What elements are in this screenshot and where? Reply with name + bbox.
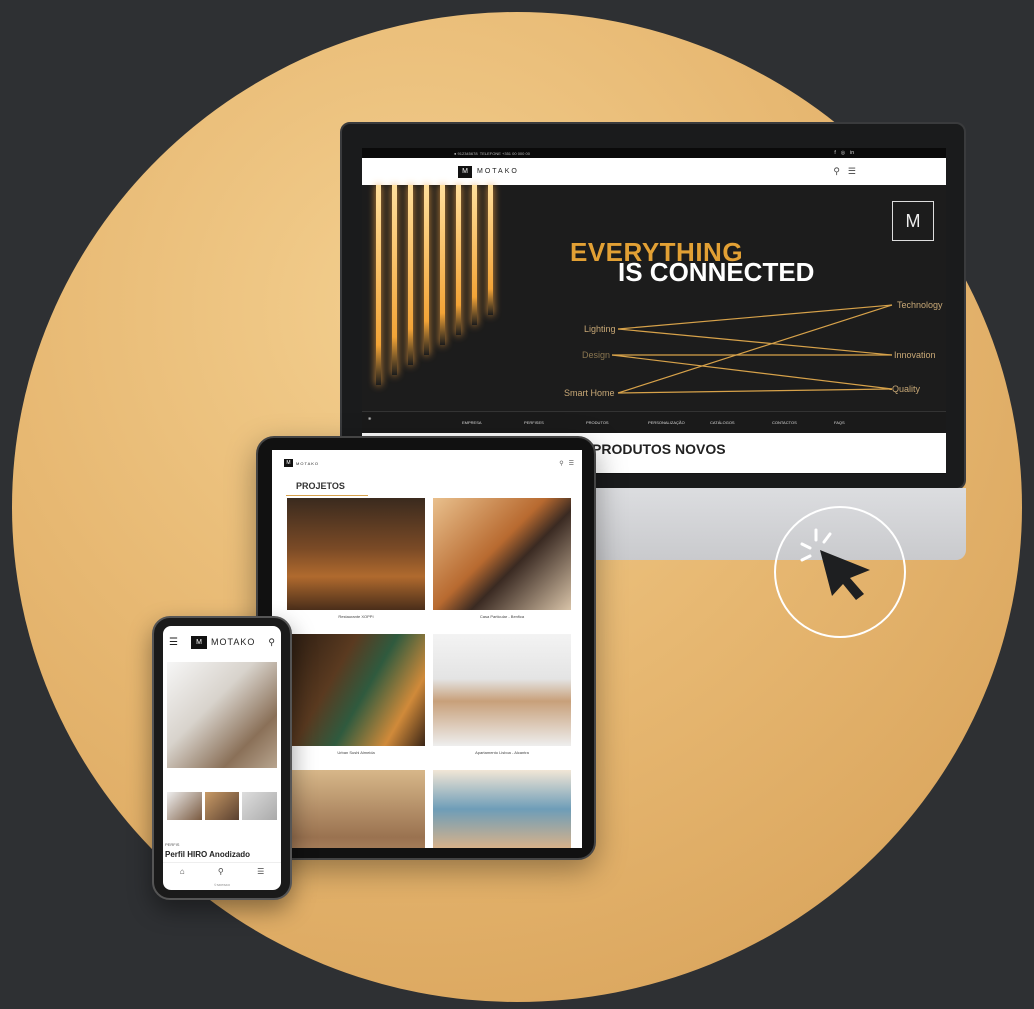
brand-logo[interactable]: M MOTAKO [458, 165, 519, 178]
linkedin-icon[interactable]: in [850, 150, 854, 156]
phone-header: ☰ M MOTAKO ⚲ [163, 626, 281, 658]
keyword-quality: Quality [892, 384, 921, 394]
phone-screen: ☰ M MOTAKO ⚲ PERFIS Perfil HIRO Anodizad… [163, 626, 281, 890]
tablet-header: M MOTAKO ⚲ ☰ [272, 450, 582, 476]
topbar-contact: ● 912345678 TELEFONE +351 00 000 00 [454, 150, 530, 156]
project-card[interactable] [433, 770, 571, 848]
nav-item-contactos[interactable]: CONTACTOS [772, 420, 834, 425]
project-image [433, 770, 571, 848]
keyword-design: Design [582, 350, 611, 360]
nav-item-catalogos[interactable]: CATÁLOGOS [710, 420, 772, 425]
desktop-header: M MOTAKO ⚲ ☰ [362, 158, 946, 185]
project-image [433, 634, 571, 746]
cursor-icon [800, 528, 870, 600]
product-thumbnails [167, 792, 278, 820]
desktop-topbar: ● 912345678 TELEFONE +351 00 000 00 f ◎ … [362, 148, 946, 158]
project-card[interactable]: Urban Sushi Almeida [287, 634, 425, 764]
instagram-icon[interactable]: ◎ [841, 150, 845, 156]
product-category: PERFIS [165, 842, 180, 847]
hero-banner: M EVERYTHING IS CONNECTED Lighting Desig… [362, 185, 946, 411]
project-caption: Urban Sushi Almeida [337, 750, 375, 755]
project-image [287, 634, 425, 746]
keyword-smart-home: Smart Home [564, 388, 615, 398]
nav-item-produtos[interactable]: PRODUTOS [586, 420, 648, 425]
product-main-image [167, 662, 277, 768]
keyword-lighting: Lighting [584, 324, 616, 334]
project-image [433, 498, 571, 610]
project-image [287, 770, 425, 848]
tablet-device: M MOTAKO ⚲ ☰ PROJETOS Restaurante XOPPI … [256, 436, 596, 860]
search-icon[interactable]: ⚲ [559, 460, 563, 467]
search-icon[interactable]: ⚲ [268, 637, 275, 648]
projects-grid: Restaurante XOPPI Casa Particular - Benf… [287, 498, 571, 848]
project-caption: Apartamento Lisboa - Alcantra [475, 750, 529, 755]
nav-item-personalizacao[interactable]: PERSONALIZAÇÃO [648, 420, 710, 425]
keyword-technology: Technology [897, 300, 943, 310]
social-links: f ◎ in [834, 150, 854, 156]
connection-lines [611, 304, 893, 394]
logo-mark: M [191, 635, 208, 649]
project-card[interactable]: Casa Particular - Benfica [433, 498, 571, 628]
hamburger-icon[interactable]: ☰ [169, 637, 178, 648]
project-image [287, 498, 425, 610]
nav-item-perfises[interactable]: PERFISES [524, 420, 586, 425]
facebook-icon[interactable]: f [834, 150, 835, 156]
phone-device: ☰ M MOTAKO ⚲ PERFIS Perfil HIRO Anodizad… [152, 616, 292, 900]
projects-title: PROJETOS [286, 476, 368, 496]
logo-text: MOTAKO [211, 637, 256, 647]
logo-mark: M [458, 165, 472, 178]
home-icon[interactable]: ⌂ [180, 867, 185, 876]
keyword-innovation: Innovation [894, 350, 936, 360]
project-card[interactable] [287, 770, 425, 848]
project-caption: Restaurante XOPPI [338, 614, 374, 619]
phone-footer: © MOTAKO [214, 883, 230, 887]
monitor-bezel: ● 912345678 TELEFONE +351 00 000 00 f ◎ … [340, 122, 966, 490]
project-card[interactable]: Restaurante XOPPI [287, 498, 425, 628]
product-thumbnail[interactable] [167, 792, 202, 820]
desktop-nav: ❋ EMPRESA PERFISES PRODUTOS PERSONALIZAÇ… [362, 411, 946, 433]
product-thumbnail[interactable] [242, 792, 278, 820]
logo-text: MOTAKO [477, 168, 519, 175]
nav-item-faqs[interactable]: FAQS [834, 420, 896, 425]
product-thumbnail[interactable] [204, 792, 240, 820]
desktop-screen: ● 912345678 TELEFONE +351 00 000 00 f ◎ … [362, 148, 946, 474]
menu-icon[interactable]: ☰ [848, 166, 856, 177]
tablet-logo[interactable]: M MOTAKO [284, 459, 319, 467]
tablet-screen: M MOTAKO ⚲ ☰ PROJETOS Restaurante XOPPI … [272, 450, 582, 848]
project-card[interactable]: Apartamento Lisboa - Alcantra [433, 634, 571, 764]
nav-logo-icon: ❋ [368, 416, 372, 421]
logo-text: MOTAKO [296, 460, 320, 466]
nav-item-empresa[interactable]: EMPRESA [462, 420, 524, 425]
phone-bottom-nav: ⌂ ⚲ ☰ [163, 862, 281, 876]
project-caption: Casa Particular - Benfica [479, 614, 525, 619]
menu-icon[interactable]: ☰ [569, 460, 574, 467]
search-icon[interactable]: ⚲ [833, 166, 840, 177]
search-icon[interactable]: ⚲ [218, 867, 224, 876]
logo-mark: M [284, 459, 293, 467]
menu-icon[interactable]: ☰ [257, 867, 264, 876]
product-name: Perfil HIRO Anodizado [165, 850, 251, 859]
phone-logo[interactable]: M MOTAKO [191, 635, 256, 649]
